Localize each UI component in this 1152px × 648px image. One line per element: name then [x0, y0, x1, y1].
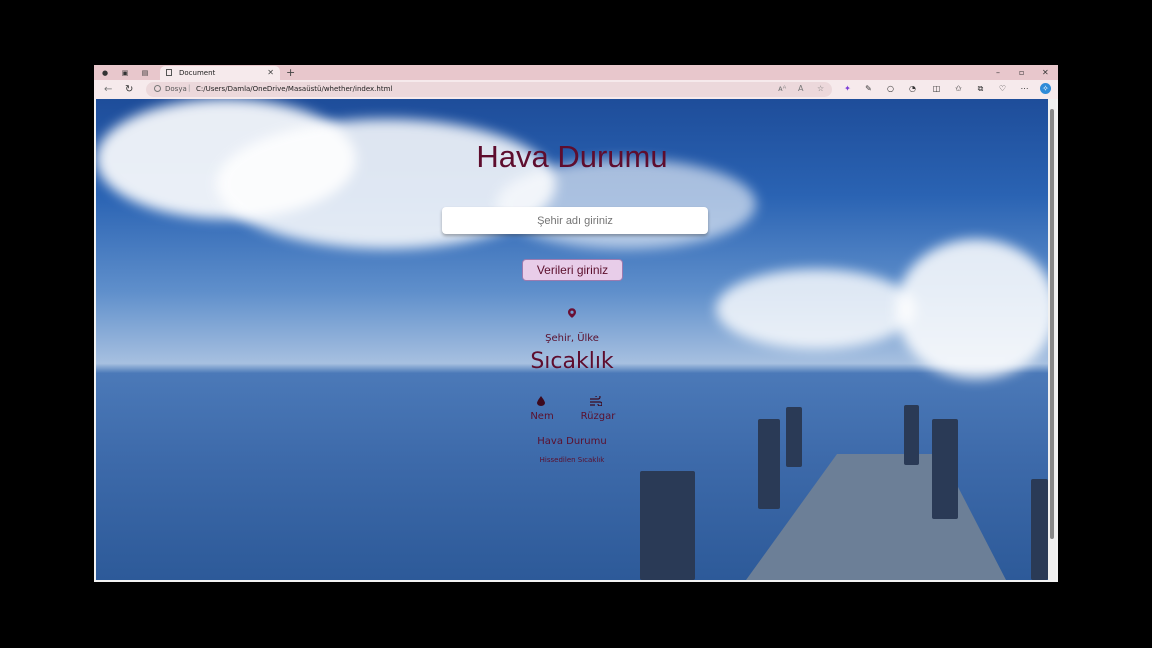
- extension-icon[interactable]: ✦: [842, 83, 853, 94]
- pen-icon[interactable]: ✎: [863, 83, 874, 94]
- weather-app: Hava Durumu Verileri giriniz Şehir, Ülke…: [96, 99, 1048, 580]
- more-icon[interactable]: ⋯: [1019, 83, 1030, 94]
- tab-document[interactable]: Document ✕: [160, 66, 280, 80]
- location-text: Şehir, Ülke: [545, 333, 599, 344]
- circle-icon[interactable]: ○: [885, 83, 896, 94]
- tab-group-icon[interactable]: ▣: [120, 68, 130, 77]
- text-icon[interactable]: A: [798, 84, 803, 93]
- scrollbar[interactable]: [1048, 99, 1056, 580]
- minimize-button[interactable]: –: [996, 68, 1000, 77]
- refresh-icon[interactable]: ↻: [125, 84, 133, 95]
- profile-icon[interactable]: ●: [100, 68, 110, 77]
- submit-button[interactable]: Verileri giriniz: [522, 259, 623, 281]
- split-icon[interactable]: ◫: [931, 83, 942, 94]
- tab-title: Document: [179, 69, 216, 77]
- wind-label: Rüzgar: [580, 411, 616, 422]
- address-label: Dosya: [165, 85, 187, 93]
- collections-icon[interactable]: ⧉: [975, 83, 986, 94]
- page-title: Hava Durumu: [476, 139, 668, 174]
- tab-bar: ● ▣ ▤ Document ✕ + – ▫ ✕: [94, 65, 1058, 80]
- tab-actions-icon[interactable]: ▤: [140, 68, 150, 77]
- humidity-label: Nem: [530, 411, 554, 422]
- document-icon: [166, 69, 172, 76]
- restore-button[interactable]: ▫: [1019, 68, 1024, 77]
- plus-icon[interactable]: +: [286, 66, 295, 79]
- info-icon[interactable]: [154, 85, 161, 92]
- favorites-icon[interactable]: ✩: [953, 83, 964, 94]
- temperature-text: Sıcaklık: [530, 349, 614, 374]
- map-pin-icon: [568, 308, 576, 318]
- browser-window: ● ▣ ▤ Document ✕ + – ▫ ✕ ← ↻ Dosya | C:/…: [94, 65, 1058, 582]
- omnibox[interactable]: Dosya | C:/Users/Damla/OneDrive/Masaüstü…: [146, 82, 832, 97]
- shopping-icon[interactable]: ♡: [997, 83, 1008, 94]
- back-icon[interactable]: ←: [104, 84, 112, 95]
- address-bar: ← ↻ Dosya | C:/Users/Damla/OneDrive/Masa…: [94, 80, 1058, 99]
- browser-essentials-icon[interactable]: ◔: [907, 83, 918, 94]
- water-drop-icon: [537, 396, 545, 406]
- feels-like-text: Hissedilen Sıcaklık: [539, 456, 605, 464]
- read-aloud-icon[interactable]: ᴀᴬ: [778, 84, 786, 93]
- page-viewport: Hava Durumu Verileri giriniz Şehir, Ülke…: [96, 99, 1048, 580]
- wind-icon: [590, 396, 602, 406]
- url-text[interactable]: C:/Users/Damla/OneDrive/Masaüstü/whether…: [196, 85, 392, 93]
- scrollbar-thumb[interactable]: [1050, 109, 1054, 539]
- condition-text: Hava Durumu: [537, 436, 607, 447]
- star-icon[interactable]: ☆: [817, 84, 824, 93]
- close-icon[interactable]: ✕: [267, 68, 274, 77]
- city-search-input[interactable]: [442, 207, 708, 234]
- close-window-button[interactable]: ✕: [1042, 68, 1049, 77]
- divider: |: [188, 84, 191, 92]
- copilot-icon[interactable]: ✧: [1040, 83, 1051, 94]
